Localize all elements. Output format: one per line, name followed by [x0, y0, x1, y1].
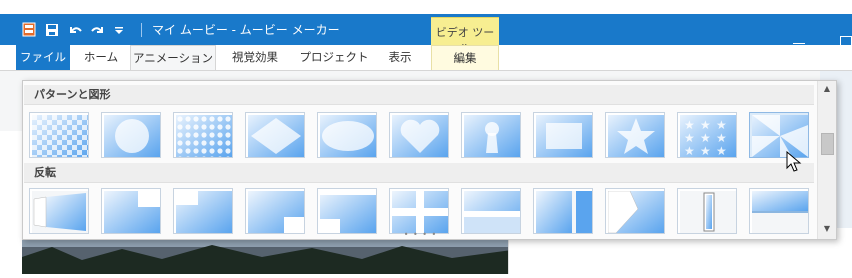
slide-tl-icon[interactable] [173, 188, 233, 234]
resize-grip[interactable]: • • • • [23, 231, 818, 239]
slide-bl-icon[interactable] [317, 188, 377, 234]
slide-tr-icon[interactable] [101, 188, 161, 234]
checkerboard-icon[interactable] [29, 112, 89, 158]
scroll-up-icon[interactable]: ▲ [822, 84, 832, 94]
scroll-thumb[interactable] [821, 133, 834, 155]
tab-project[interactable]: プロジェクト [296, 45, 372, 70]
tab-view[interactable]: 表示 [378, 45, 422, 70]
slide-right-icon[interactable] [533, 188, 593, 234]
cross-icon[interactable] [389, 188, 449, 234]
quick-access-toolbar [22, 22, 124, 41]
scroll-down-icon[interactable]: ▼ [822, 224, 832, 234]
top-bar-icon[interactable] [749, 188, 809, 234]
app-icon[interactable] [22, 22, 36, 41]
heart-icon[interactable] [389, 112, 449, 158]
diamond-icon[interactable] [245, 112, 305, 158]
svg-text:★: ★ [716, 144, 727, 157]
dots-icon[interactable] [173, 112, 233, 158]
tab-file[interactable]: ファイル [16, 45, 70, 70]
svg-text:★: ★ [716, 131, 727, 145]
stars-icon[interactable]: ★ ★ ★ ★ ★ ★ ★ ★ ★ [677, 112, 737, 158]
svg-text:★: ★ [700, 144, 711, 157]
section-header-flip: 反転 [24, 163, 814, 183]
keyhole-icon[interactable] [461, 112, 521, 158]
ribbon-tab-bar: ファイル ホーム アニメーション 視覚効果 プロジェクト 表示 編集 [0, 45, 852, 71]
svg-text:★: ★ [700, 131, 711, 145]
section-header-patterns: パターンと図形 [24, 85, 814, 105]
patterns-row: ★ ★ ★ ★ ★ ★ ★ ★ ★ [29, 112, 809, 158]
flip-left-icon[interactable] [29, 188, 89, 234]
gallery-scrollbar[interactable]: ▲ ▼ [817, 81, 836, 239]
star-icon[interactable] [605, 112, 665, 158]
save-icon[interactable] [45, 22, 59, 41]
bar-icon[interactable] [461, 188, 521, 234]
vertical-bar-icon[interactable] [677, 188, 737, 234]
fold-icon[interactable] [605, 188, 665, 234]
slide-br-icon[interactable] [245, 188, 305, 234]
tab-animation[interactable]: アニメーション [130, 45, 216, 70]
mouse-pointer-icon [786, 150, 802, 177]
ellipse-icon[interactable] [317, 112, 377, 158]
title-separator [141, 23, 142, 37]
video-tools-context-header: ビデオ ツール [431, 17, 499, 55]
redo-icon[interactable] [91, 22, 105, 41]
video-preview[interactable] [22, 235, 512, 274]
customize-toolbar-chevron-down-icon[interactable] [114, 22, 124, 41]
circle-icon[interactable] [101, 112, 161, 158]
transition-gallery-dropdown: パターンと図形 ★ ★ ★ ★ ★ ★ ★ ★ ★ 反転 • • • • ▲ ▼ [22, 80, 837, 240]
svg-text:★: ★ [716, 118, 727, 132]
tab-edit[interactable]: 編集 [431, 45, 499, 70]
flip-row [29, 188, 809, 234]
svg-text:★: ★ [684, 118, 695, 132]
rectangle-icon[interactable] [533, 112, 593, 158]
undo-icon[interactable] [68, 22, 82, 41]
title-bar: マイ ムービー - ムービー メーカー [0, 14, 852, 48]
minimize-button[interactable] [793, 43, 805, 44]
svg-text:★: ★ [684, 144, 695, 157]
tab-visual-effects[interactable]: 視覚効果 [222, 45, 288, 70]
tab-home[interactable]: ホーム [76, 45, 126, 70]
svg-text:★: ★ [684, 131, 695, 145]
window-title: マイ ムービー - ムービー メーカー [152, 23, 340, 37]
svg-text:★: ★ [700, 118, 711, 132]
